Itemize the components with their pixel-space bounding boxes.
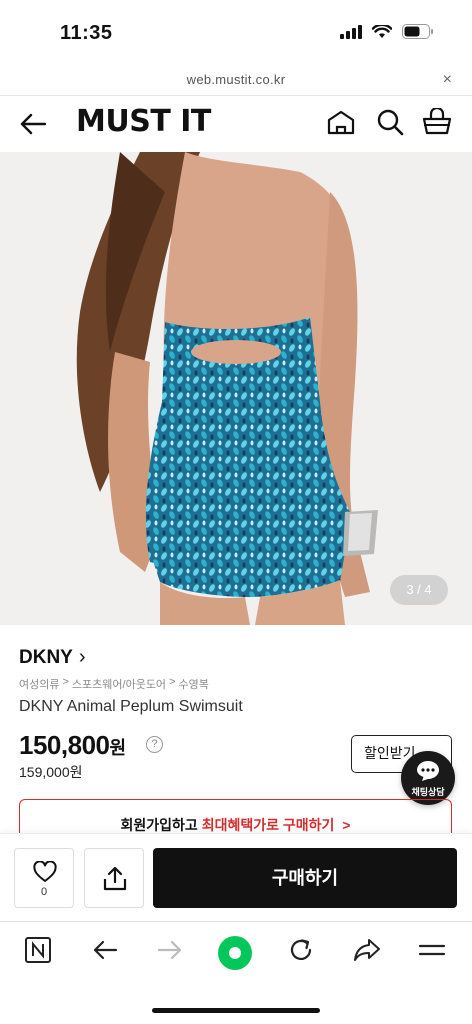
- buy-button[interactable]: 구매하기: [153, 848, 457, 908]
- image-counter: 3 / 4: [390, 575, 448, 605]
- heart-icon: [33, 861, 57, 882]
- home-indicator: [152, 1008, 320, 1013]
- product-image[interactable]: 3 / 4: [0, 152, 472, 625]
- logo[interactable]: MUST IT: [76, 104, 211, 139]
- back-arrow-icon[interactable]: [18, 110, 48, 138]
- product-name: DKNY Animal Peplum Swimsuit: [19, 698, 243, 715]
- url-text: web.mustit.co.kr: [186, 72, 286, 87]
- chat-consult-button[interactable]: 채팅상담: [401, 751, 455, 805]
- chevron-right-icon: >: [342, 817, 351, 833]
- brand-link[interactable]: DKNY ›: [19, 646, 86, 669]
- purchase-bar: 0 구매하기: [0, 833, 472, 921]
- signup-benefit-banner[interactable]: 회원가입하고 최대혜택가로 구매하기 >: [19, 799, 452, 833]
- banner-highlight: 최대혜택가로 구매하기: [201, 817, 335, 833]
- wifi-icon: [372, 24, 392, 38]
- price-value: 150,800: [19, 730, 110, 760]
- status-time: 11:35: [60, 22, 113, 44]
- chat-bubble-icon: [417, 761, 439, 781]
- breadcrumb-item[interactable]: 스포츠웨어/아웃도어: [72, 676, 166, 692]
- banner-text: 회원가입하고: [120, 817, 202, 833]
- price-help-icon[interactable]: ?: [146, 736, 163, 753]
- cellular-signal-icon: [340, 24, 362, 39]
- naver-icon[interactable]: [24, 936, 52, 964]
- brand-name: DKNY: [19, 646, 73, 668]
- green-dot-home-icon[interactable]: [216, 934, 254, 972]
- forward-icon[interactable]: [156, 936, 184, 964]
- like-count: 0: [40, 886, 48, 898]
- like-button[interactable]: 0: [14, 848, 74, 908]
- menu-icon[interactable]: [418, 936, 446, 964]
- chevron-right-icon: ›: [78, 646, 86, 668]
- share-icon[interactable]: [352, 936, 382, 964]
- status-icons: [340, 24, 434, 39]
- home-icon[interactable]: [326, 108, 356, 136]
- breadcrumb: 여성의류 > 스포츠웨어/아웃도어 > 수영복: [19, 676, 209, 692]
- breadcrumb-separator: >: [62, 676, 69, 688]
- breadcrumb-item[interactable]: 수영복: [179, 676, 209, 692]
- back-icon[interactable]: [91, 936, 119, 964]
- breadcrumb-separator: >: [169, 676, 176, 688]
- share-button[interactable]: [84, 848, 144, 908]
- battery-icon: [402, 24, 433, 39]
- cart-icon[interactable]: [421, 108, 453, 136]
- close-icon[interactable]: ×: [443, 71, 452, 89]
- refresh-icon[interactable]: [287, 936, 315, 964]
- breadcrumb-item[interactable]: 여성의류: [19, 676, 59, 692]
- swimsuit-photo: [0, 152, 472, 625]
- share-upload-icon: [103, 866, 127, 891]
- price-unit: 원: [109, 738, 126, 758]
- site-header: MUST IT: [0, 96, 472, 152]
- status-bar: 11:35: [0, 0, 472, 66]
- search-icon[interactable]: [376, 108, 404, 136]
- original-price: 159,000원: [19, 764, 83, 780]
- chat-label: 채팅상담: [411, 787, 445, 797]
- url-bar[interactable]: web.mustit.co.kr ×: [0, 66, 472, 96]
- sale-price: 150,800원: [19, 730, 126, 761]
